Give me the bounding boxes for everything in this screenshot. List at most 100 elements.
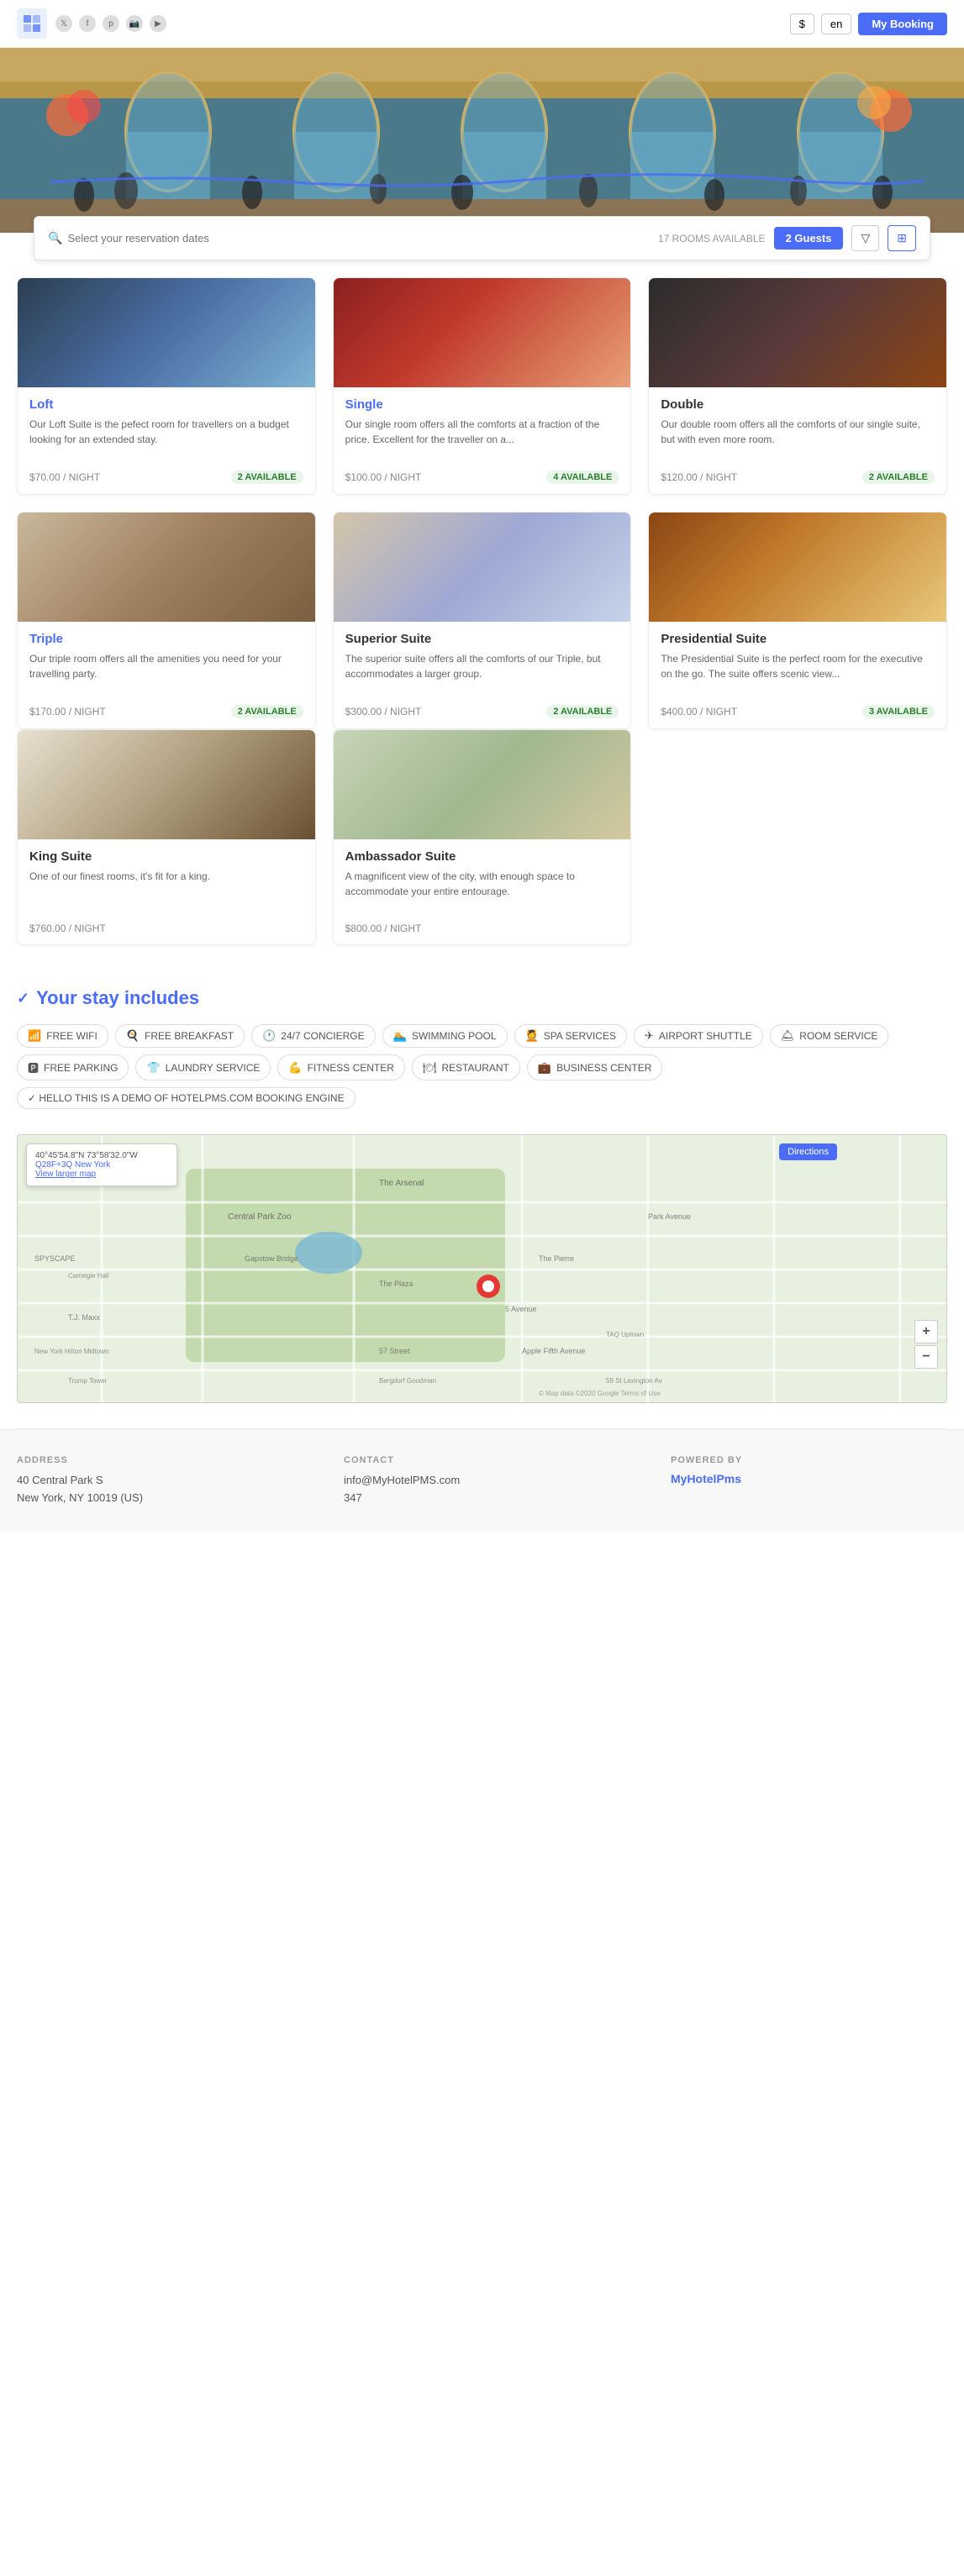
- twitter-icon[interactable]: 𝕏: [55, 15, 72, 32]
- amenity-label: FREE PARKING: [44, 1062, 118, 1074]
- amenity-airport-shuttle: ✈AIRPORT SHUTTLE: [634, 1024, 763, 1048]
- svg-text:SPYSCAPE: SPYSCAPE: [34, 1254, 76, 1263]
- room-card-presidential-suite[interactable]: Presidential SuiteThe Presidential Suite…: [648, 512, 947, 729]
- hero-svg: [0, 48, 964, 233]
- footer-powered-col: POWERED BY MyHotelPms: [671, 1455, 947, 1507]
- social-icons: 𝕏 f p 📷 ▶: [55, 15, 166, 32]
- svg-text:Central Park Zoo: Central Park Zoo: [228, 1212, 292, 1222]
- amenity-icon: 💆: [525, 1029, 539, 1043]
- room-card-ambassador-suite[interactable]: Ambassador SuiteA magnificent view of th…: [333, 729, 632, 945]
- filter-icon: ▽: [861, 231, 870, 244]
- room-description-superior-suite: The superior suite offers all the comfor…: [345, 651, 619, 697]
- powered-label: POWERED BY: [671, 1455, 947, 1465]
- amenity-icon: 🅿: [28, 1059, 39, 1075]
- hero-banner: [0, 48, 964, 233]
- svg-text:Carnegie Hall: Carnegie Hall: [68, 1272, 109, 1280]
- search-icon: 🔍: [48, 231, 62, 245]
- room-card-superior-suite[interactable]: Superior Suite The superior suite offers …: [333, 512, 632, 729]
- amenity-spa-services: 💆 SPA SERVICES: [514, 1024, 627, 1048]
- youtube-icon[interactable]: ▶: [150, 15, 166, 32]
- map-section: Central Park Zoo The Arsenal Gapstow Bri…: [0, 1134, 964, 1428]
- svg-text:T.J. Maxx: T.J. Maxx: [68, 1313, 101, 1322]
- room-name-triple: Triple: [29, 632, 303, 646]
- svg-text:The Plaza: The Plaza: [379, 1280, 414, 1288]
- room-description-single: Our single room offers all the comforts …: [345, 417, 619, 462]
- room-card-single[interactable]: SingleOur single room offers all the com…: [333, 277, 632, 495]
- room-card-double[interactable]: DoubleOur double room offers all the com…: [648, 277, 947, 495]
- svg-text:59 St Lexington Av: 59 St Lexington Av: [606, 1377, 662, 1385]
- amenity-label: FREE BREAKFAST: [145, 1030, 234, 1042]
- facebook-icon[interactable]: f: [79, 15, 96, 32]
- room-available-triple: 2 AVAILABLE: [231, 705, 303, 718]
- room-image-presidential-suite: [649, 513, 946, 622]
- room-footer-double: $120.00 / NIGHT 2 AVAILABLE: [661, 471, 935, 484]
- amenity-label: SPA SERVICES: [544, 1030, 616, 1042]
- instagram-icon[interactable]: 📷: [126, 15, 143, 32]
- room-image-double: [649, 278, 946, 387]
- room-footer-presidential-suite: $400.00 / NIGHT3 AVAILABLE: [661, 705, 935, 718]
- amenity-label: AIRPORT SHUTTLE: [659, 1030, 752, 1042]
- hero-image: [0, 48, 964, 233]
- address-label: ADDRESS: [17, 1455, 293, 1465]
- powered-link[interactable]: MyHotelPms: [671, 1472, 947, 1485]
- map-info-box: 40°45'54.8"N 73°58'32.0"W Q28F+3Q New Yo…: [26, 1143, 177, 1186]
- page-footer: ADDRESS 40 Central Park S New York, NY 1…: [0, 1429, 964, 1532]
- map-background: Central Park Zoo The Arsenal Gapstow Bri…: [18, 1135, 946, 1402]
- top-navigation: 𝕏 f p 📷 ▶ $ en My Booking: [0, 0, 964, 48]
- filter-button[interactable]: ▽: [851, 225, 879, 251]
- stay-includes-text: Your stay includes: [36, 987, 199, 1009]
- checkmark-icon: ✓: [17, 990, 29, 1007]
- room-body-double: DoubleOur double room offers all the com…: [649, 387, 946, 494]
- room-price-double: $120.00 / NIGHT: [661, 471, 737, 483]
- currency-button[interactable]: $: [790, 13, 814, 34]
- room-footer-king-suite: $760.00 / NIGHT: [29, 923, 303, 934]
- amenity-icon: 💼: [538, 1061, 551, 1075]
- contact-phone: 347: [344, 1490, 620, 1507]
- amenity-room-service: 🛎ROOM SERVICE: [770, 1024, 889, 1048]
- room-available-superior-suite: 2 AVAILABLE: [546, 705, 619, 718]
- amenity-icon: 🛎: [781, 1029, 795, 1043]
- amenity-label: BUSINESS CENTER: [556, 1062, 651, 1074]
- svg-text:Gapstow Bridge: Gapstow Bridge: [245, 1254, 298, 1263]
- amenity-label: SWIMMING POOL: [412, 1030, 497, 1042]
- guests-button[interactable]: 2 Guests: [774, 227, 844, 250]
- date-search-input[interactable]: [67, 232, 650, 244]
- room-available-double: 2 AVAILABLE: [862, 471, 935, 484]
- pinterest-icon[interactable]: p: [103, 15, 119, 32]
- directions-button[interactable]: Directions: [779, 1143, 837, 1160]
- amenity-icon: 🍳: [126, 1029, 140, 1043]
- stay-includes-section: ✓ Your stay includes 📶FREE WIFI🍳FREE BRE…: [0, 962, 964, 1134]
- language-button[interactable]: en: [821, 13, 851, 34]
- amenity-business-center: 💼 BUSINESS CENTER: [527, 1054, 663, 1080]
- footer-contact-col: CONTACT info@MyHotelPMS.com 347: [344, 1455, 620, 1507]
- svg-text:New York Hilton Midtown: New York Hilton Midtown: [34, 1348, 108, 1355]
- map-zoom-controls: + −: [914, 1320, 938, 1369]
- svg-text:The Pierre: The Pierre: [539, 1254, 574, 1263]
- room-name-double: Double: [661, 397, 935, 412]
- zoom-out-button[interactable]: −: [914, 1345, 938, 1369]
- room-price-ambassador-suite: $800.00 / NIGHT: [345, 923, 422, 934]
- room-price-loft: $70.00 / NIGHT: [29, 471, 100, 483]
- room-price-single: $100.00 / NIGHT: [345, 471, 422, 483]
- room-card-loft[interactable]: LoftOur Loft Suite is the pefect room fo…: [17, 277, 316, 495]
- room-image-triple: [18, 513, 315, 622]
- room-name-superior-suite: Superior Suite: [345, 632, 619, 646]
- amenity-label: RESTAURANT: [441, 1062, 508, 1074]
- room-card-triple[interactable]: TripleOur triple room offers all the ame…: [17, 512, 316, 729]
- amenity-laundry-service: 👕LAUNDRY SERVICE: [135, 1054, 271, 1080]
- view-larger-map-link[interactable]: View larger map: [35, 1170, 168, 1179]
- svg-text:Bergdorf Goodman: Bergdorf Goodman: [379, 1377, 436, 1385]
- amenity-label: LAUNDRY SERVICE: [166, 1062, 261, 1074]
- room-footer-superior-suite: $300.00 / NIGHT2 AVAILABLE: [345, 705, 619, 718]
- contact-email: info@MyHotelPMS.com: [344, 1472, 620, 1490]
- room-card-king-suite[interactable]: King SuiteOne of our finest rooms, it's …: [17, 729, 316, 945]
- amenity-restaurant: 🍽RESTAURANT: [412, 1054, 520, 1080]
- room-description-presidential-suite: The Presidential Suite is the perfect ro…: [661, 651, 935, 697]
- zoom-in-button[interactable]: +: [914, 1320, 938, 1343]
- svg-text:TAQ Uptown: TAQ Uptown: [606, 1331, 644, 1338]
- grid-view-button[interactable]: ⊞: [888, 225, 916, 251]
- my-booking-button[interactable]: My Booking: [858, 13, 947, 35]
- stay-includes-title: ✓ Your stay includes: [17, 987, 947, 1009]
- nav-right: $ en My Booking: [790, 13, 947, 35]
- amenity-icon: 🏊: [393, 1029, 407, 1043]
